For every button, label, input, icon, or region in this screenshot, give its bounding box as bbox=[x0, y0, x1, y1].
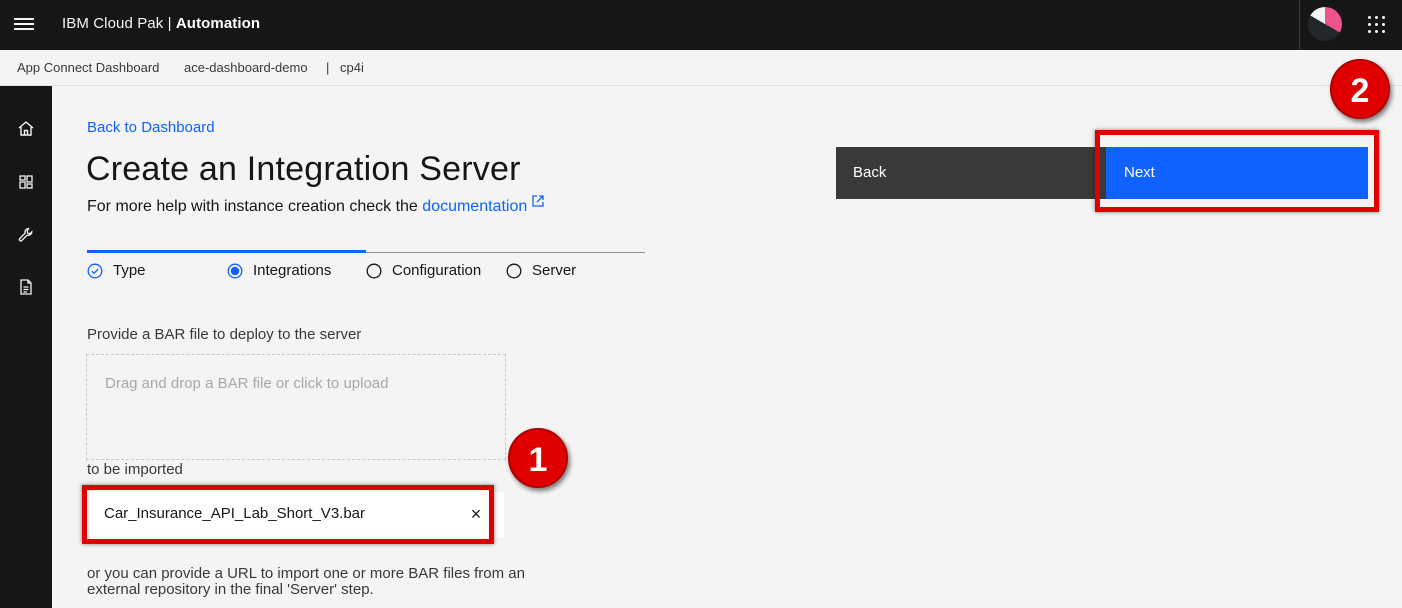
brand-light: IBM Cloud Pak | bbox=[62, 15, 176, 32]
step-type[interactable]: Type bbox=[87, 262, 146, 279]
step-configuration[interactable]: Configuration bbox=[366, 262, 481, 279]
incomplete-step-icon bbox=[506, 263, 522, 278]
app-switcher-icon[interactable] bbox=[1366, 14, 1388, 36]
step-label: Integrations bbox=[253, 262, 332, 279]
bar-file-label: Provide a BAR file to deploy to the serv… bbox=[87, 326, 362, 343]
callout-badge-2: 2 bbox=[1330, 59, 1390, 119]
page-title: Create an Integration Server bbox=[86, 150, 521, 188]
breadcrumb-separator: | bbox=[326, 60, 330, 75]
bar-file-dropzone[interactable]: Drag and drop a BAR file or click to upl… bbox=[86, 354, 506, 460]
imported-label: to be imported bbox=[87, 461, 183, 478]
external-link-icon[interactable] bbox=[531, 194, 545, 208]
incomplete-step-icon bbox=[366, 263, 382, 278]
url-help-text: or you can provide a URL to import one o… bbox=[87, 565, 525, 598]
current-step-icon bbox=[227, 263, 243, 278]
progress-complete-bar bbox=[87, 250, 366, 253]
user-avatar-button[interactable] bbox=[1299, 0, 1349, 50]
back-to-dashboard-link[interactable]: Back to Dashboard bbox=[87, 119, 215, 136]
step-label: Type bbox=[113, 262, 146, 279]
side-nav bbox=[0, 86, 52, 608]
brand-bold: Automation bbox=[175, 15, 261, 32]
product-brand[interactable]: IBM Cloud Pak | Automation bbox=[62, 15, 260, 32]
wrench-icon[interactable] bbox=[16, 225, 36, 245]
breadcrumb: App Connect Dashboard ace-dashboard-demo… bbox=[0, 50, 1402, 86]
breadcrumb-namespace: cp4i bbox=[340, 60, 364, 75]
step-server[interactable]: Server bbox=[506, 262, 576, 279]
step-label: Server bbox=[532, 262, 577, 279]
callout-badge-1: 1 bbox=[508, 428, 568, 488]
top-header: IBM Cloud Pak | Automation bbox=[0, 0, 1402, 50]
step-integrations[interactable]: Integrations bbox=[227, 262, 331, 279]
check-circle-icon bbox=[87, 263, 103, 278]
home-icon[interactable] bbox=[16, 119, 36, 139]
documentation-link[interactable]: documentation bbox=[422, 198, 527, 215]
menu-icon[interactable] bbox=[14, 15, 36, 35]
file-highlight-box bbox=[82, 485, 494, 544]
help-prefix: For more help with instance creation che… bbox=[87, 198, 423, 215]
dashboard-icon[interactable] bbox=[16, 172, 36, 192]
help-text: For more help with instance creation che… bbox=[87, 194, 545, 216]
dropzone-text: Drag and drop a BAR file or click to upl… bbox=[105, 375, 389, 392]
breadcrumb-app[interactable]: App Connect Dashboard bbox=[17, 60, 159, 75]
progress-indicator: Type Integrations Configuration Server bbox=[87, 250, 645, 290]
back-button[interactable]: Back bbox=[836, 147, 1106, 199]
next-highlight-box bbox=[1095, 130, 1379, 212]
breadcrumb-instance: ace-dashboard-demo bbox=[184, 60, 308, 75]
document-icon[interactable] bbox=[16, 277, 36, 297]
step-label: Configuration bbox=[392, 262, 482, 279]
avatar bbox=[1308, 7, 1342, 41]
